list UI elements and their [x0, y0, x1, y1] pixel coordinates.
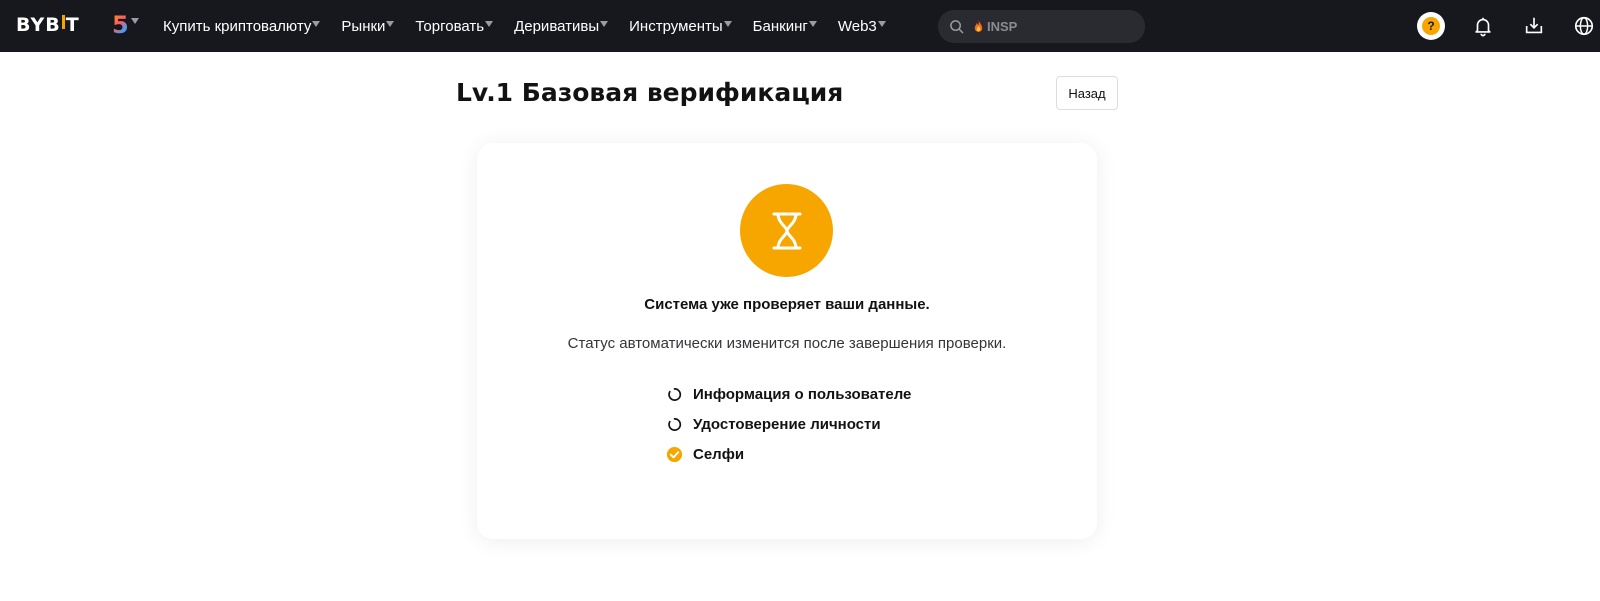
chevron-down-icon — [386, 21, 395, 27]
logo-accent-bar — [61, 15, 65, 29]
fire-icon — [974, 20, 983, 32]
chevron-down-icon — [130, 18, 139, 24]
nav-item-web3[interactable]: Web3 — [838, 18, 886, 35]
search-icon — [950, 20, 964, 34]
search-trending-value: INSP — [987, 19, 1018, 34]
nav-item-tools[interactable]: Инструменты — [629, 18, 732, 35]
chevron-down-icon — [600, 21, 609, 27]
step-label: Информация о пользователе — [693, 385, 912, 403]
download-app-button[interactable] — [1520, 12, 1548, 40]
avatar-glyph: ? — [1422, 17, 1440, 35]
step-label: Удостоверение личности — [693, 415, 881, 433]
download-icon — [1525, 17, 1543, 34]
nav-item-label: Рынки — [341, 17, 386, 35]
step-identity-document: Удостоверение личности — [666, 409, 911, 439]
status-icon-circle — [740, 184, 833, 277]
language-button[interactable] — [1570, 12, 1598, 40]
logo-text-right: T — [65, 14, 80, 36]
main-nav: Купить криптовалюту Рынки Торговать Дери… — [163, 0, 907, 52]
loading-icon — [666, 386, 683, 403]
anniversary-badge-digit: 5 — [112, 11, 129, 39]
verification-status-card: Система уже проверяет ваши данные. Стату… — [477, 143, 1097, 539]
anniversary-badge[interactable]: 5 — [112, 12, 139, 38]
step-selfie: Селфи — [666, 439, 911, 469]
chevron-down-icon — [877, 21, 886, 27]
notifications-button[interactable] — [1469, 12, 1497, 40]
step-user-info: Информация о пользователе — [666, 379, 911, 409]
back-button[interactable]: Назад — [1056, 76, 1118, 110]
nav-item-banking[interactable]: Банкинг — [753, 18, 817, 35]
nav-item-buy-crypto[interactable]: Купить криптовалюту — [163, 17, 321, 35]
status-title: Система уже проверяет ваши данные. — [644, 296, 930, 313]
chevron-down-icon — [312, 21, 321, 27]
page-title: Lv.1 Базовая верификация — [456, 78, 844, 107]
nav-item-derivatives[interactable]: Деривативы — [514, 17, 609, 35]
nav-item-label: Торговать — [415, 17, 485, 35]
status-subtitle: Статус автоматически изменится после зав… — [567, 335, 1007, 352]
verification-steps: Информация о пользователе Удостоверение … — [666, 379, 911, 469]
chevron-down-icon — [808, 21, 817, 27]
nav-item-label: Web3 — [837, 17, 877, 35]
search-input[interactable]: INSP — [938, 10, 1145, 43]
bybit-logo[interactable]: BYB T — [16, 14, 80, 36]
bell-icon — [1475, 17, 1491, 37]
top-navigation-bar: BYB T 5 Купить криптовалюту Рынки Торгова… — [0, 0, 1600, 52]
avatar-button[interactable]: ? — [1417, 12, 1445, 40]
chevron-down-icon — [485, 21, 494, 27]
chevron-down-icon — [723, 21, 732, 27]
nav-item-trade[interactable]: Торговать — [415, 17, 494, 35]
check-icon — [666, 446, 683, 463]
logo-text-left: BYB — [16, 14, 61, 36]
loading-icon — [666, 416, 683, 433]
nav-item-markets[interactable]: Рынки — [341, 17, 395, 35]
nav-item-label: Инструменты — [629, 17, 723, 35]
avatar-icon: ? — [1417, 12, 1445, 40]
nav-item-label: Банкинг — [752, 17, 808, 35]
step-label: Селфи — [693, 445, 745, 463]
globe-icon — [1574, 16, 1594, 36]
nav-item-label: Купить криптовалюту — [163, 17, 312, 35]
nav-item-label: Деривативы — [514, 17, 600, 35]
hourglass-icon — [772, 212, 801, 249]
